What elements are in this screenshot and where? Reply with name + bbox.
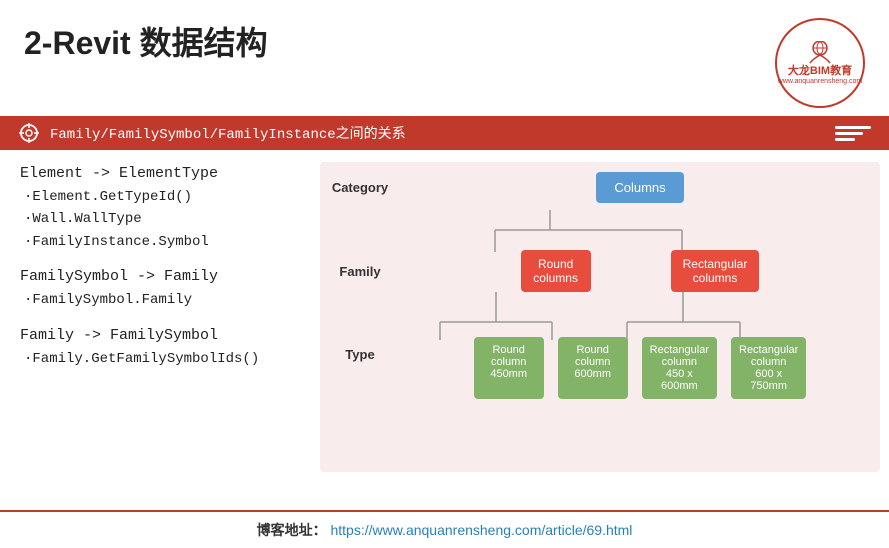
block-familysymbol: FamilySymbol -> Family ·FamilySymbol.Fam…: [20, 265, 300, 311]
left-column: Element -> ElementType ·Element.GetTypeI…: [20, 162, 300, 502]
family-row: Family Round columns Rectangular columns: [320, 250, 880, 292]
diagram-area: Category Columns Family Round columns Re…: [320, 162, 880, 502]
family-content: Round columns Rectangular columns: [400, 250, 880, 292]
banner-decoration: [835, 126, 871, 141]
block-element: Element -> ElementType ·Element.GetTypeI…: [20, 162, 300, 253]
tree-diagram: Category Columns Family Round columns Re…: [320, 162, 880, 472]
logo-name: 大龙BIM教育: [788, 65, 852, 78]
block-family: Family -> FamilySymbol ·Family.GetFamily…: [20, 324, 300, 370]
type-label: Type: [320, 337, 400, 362]
type-box-3: Rectangular column 450 x 600mm: [642, 337, 717, 399]
footer-label: 博客地址：: [257, 522, 327, 538]
logo-url: www.anquanrensheng.com: [778, 78, 862, 85]
round-columns-box: Round columns: [521, 250, 591, 292]
family-label: Family: [320, 264, 400, 279]
type-box-4: Rectangular column 600 x 750mm: [731, 337, 806, 399]
banner: Family/FamilySymbol/FamilyInstance之间的关系: [0, 116, 889, 150]
logo: 大龙BIM教育 www.anquanrensheng.com: [775, 18, 865, 108]
family-heading: Family -> FamilySymbol: [20, 324, 300, 348]
type-box-1: Round column 450mm: [474, 337, 544, 399]
rectangular-columns-box: Rectangular columns: [671, 250, 760, 292]
type-row: Type Round column 450mm Round column 600…: [320, 337, 880, 399]
type-box-2: Round column 600mm: [558, 337, 628, 399]
bullet-familyinstance: ·FamilyInstance.Symbol: [20, 231, 300, 253]
header: 2-Revit 数据结构 大龙BIM教育 www.anquanrensheng.…: [0, 0, 889, 116]
element-heading: Element -> ElementType: [20, 162, 300, 186]
logo-icon: [805, 41, 835, 65]
familysymbol-heading: FamilySymbol -> Family: [20, 265, 300, 289]
crosshair-icon: [18, 122, 40, 144]
bullet-gettypeid: ·Element.GetTypeId(): [20, 186, 300, 208]
banner-text: Family/FamilySymbol/FamilyInstance之间的关系: [50, 123, 406, 143]
category-row: Category Columns: [320, 172, 880, 203]
category-content: Columns: [400, 172, 880, 203]
main-content: Element -> ElementType ·Element.GetTypeI…: [0, 150, 889, 510]
bullet-familysymbol-family: ·FamilySymbol.Family: [20, 289, 300, 311]
connector-lines: [320, 162, 880, 472]
bullet-walltype: ·Wall.WallType: [20, 208, 300, 230]
footer-url[interactable]: https://www.anquanrensheng.com/article/6…: [330, 522, 632, 538]
footer: 博客地址： https://www.anquanrensheng.com/art…: [0, 510, 889, 548]
page-title: 2-Revit 数据结构: [24, 18, 268, 64]
bullet-getfamilysymbolids: ·Family.GetFamilySymbolIds(): [20, 348, 300, 370]
category-label: Category: [320, 180, 400, 195]
columns-box: Columns: [596, 172, 683, 203]
type-content: Round column 450mm Round column 600mm Re…: [400, 337, 880, 399]
